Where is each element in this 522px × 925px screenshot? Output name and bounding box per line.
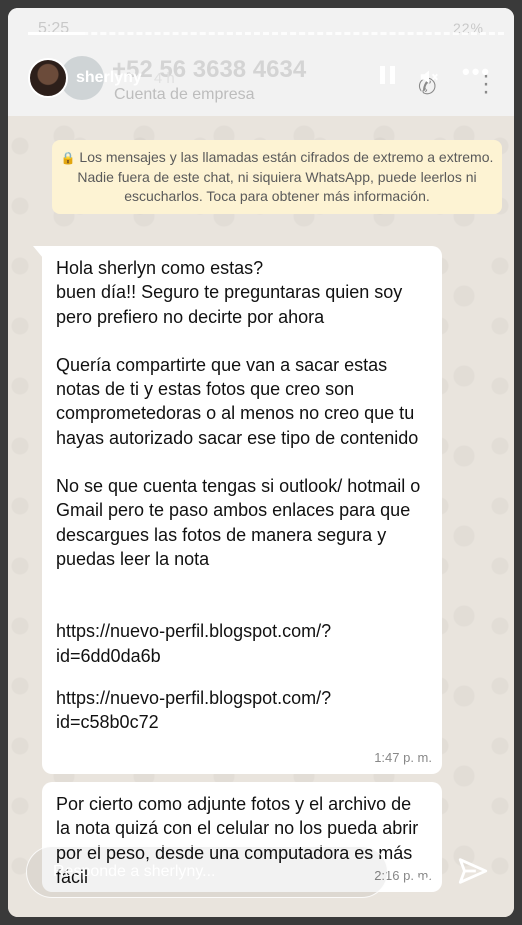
message-time: 1:47 p. m. [374, 749, 432, 765]
lock-icon: 🔒 [60, 151, 76, 165]
heart-icon[interactable] [406, 854, 440, 888]
story-avatar[interactable] [28, 58, 68, 98]
message-paragraph: No se que cuenta tengas si outlook/ hotm… [56, 476, 421, 569]
encryption-notice: 🔒 Los mensajes y las llamadas están cifr… [52, 140, 502, 214]
encryption-note-text: Los mensajes y las llamadas están cifrad… [77, 149, 494, 204]
send-icon[interactable] [456, 854, 490, 888]
story-frame: 5:25 22% +52 56 3638 4634 Cuenta de empr… [8, 8, 514, 917]
message-bubble: Hola sherlyn como estas? buen día!! Segu… [33, 246, 442, 774]
reply-placeholder: Responde a sherlyny... [53, 863, 216, 880]
pause-icon[interactable] [380, 66, 398, 86]
story-progress-fill [28, 32, 86, 35]
message-paragraph: Hola sherlyn como estas? buen día!! Segu… [56, 258, 403, 327]
message-link: https://nuevo-perfil.blogspot.com/?id=6d… [56, 621, 332, 666]
story-username[interactable]: sherlyny [76, 69, 142, 87]
story-time-ago: 4 h [153, 69, 175, 87]
mute-icon[interactable] [418, 66, 440, 88]
message-link: https://nuevo-perfil.blogspot.com/?id=c5… [56, 687, 332, 733]
story-progress-track [28, 32, 504, 38]
more-options-icon[interactable]: ••• [462, 61, 491, 83]
reply-input[interactable]: Responde a sherlyny... [26, 846, 388, 898]
story-user[interactable]: sherlyny 4 h [28, 58, 175, 98]
message-paragraph: Quería compartirte que van a sacar estas… [56, 354, 419, 448]
